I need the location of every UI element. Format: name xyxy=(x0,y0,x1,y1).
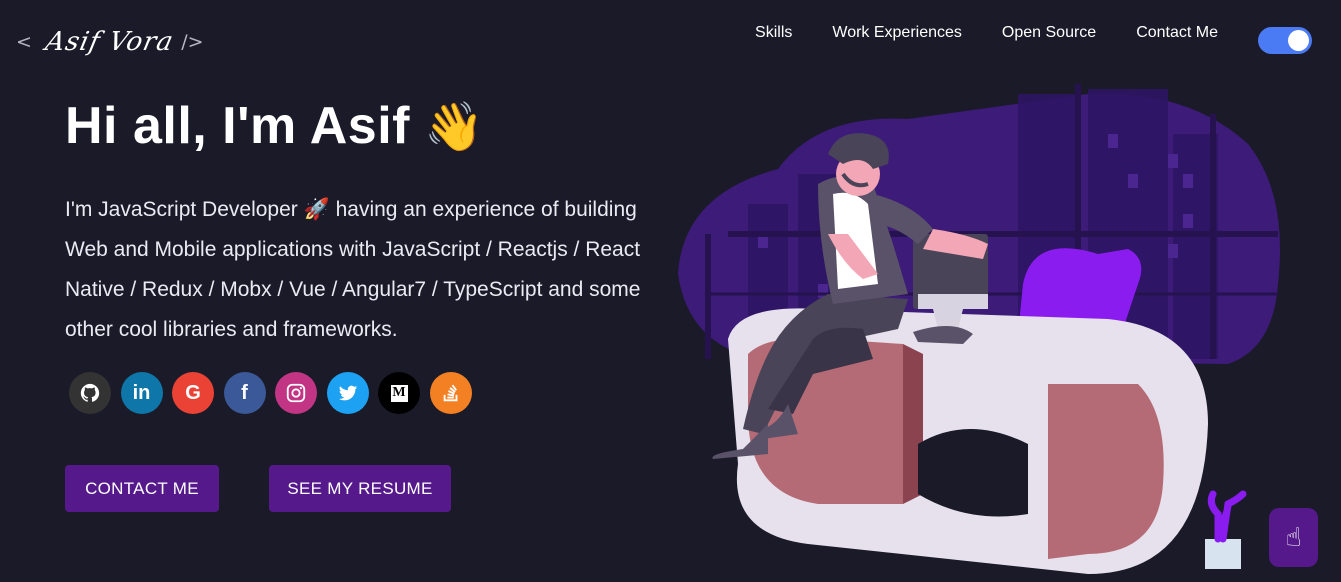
facebook-icon[interactable]: f xyxy=(223,372,266,414)
pointing-hand-icon: ☝ xyxy=(1285,522,1302,553)
main-nav: Skills Work Experiences Open Source Cont… xyxy=(755,24,1218,42)
instagram-glyph xyxy=(286,383,306,403)
logo[interactable]: < Asif Vora /> xyxy=(16,22,204,62)
see-resume-button[interactable]: SEE MY RESUME xyxy=(269,465,451,512)
instagram-icon[interactable] xyxy=(275,372,317,414)
nav-skills[interactable]: Skills xyxy=(755,24,792,42)
logo-signature: Asif Vora xyxy=(42,27,177,57)
linkedin-icon[interactable]: in xyxy=(120,372,163,414)
hero-greeting: Hi all, I'm Asif 👋 xyxy=(65,96,484,156)
medium-icon[interactable]: M xyxy=(378,372,420,414)
toggle-knob xyxy=(1288,30,1309,51)
wave-emoji-icon: 👋 xyxy=(423,100,485,154)
google-icon[interactable]: G xyxy=(172,372,214,414)
nav-contact-me[interactable]: Contact Me xyxy=(1136,24,1218,42)
social-links: in G f M xyxy=(69,372,481,414)
twitter-glyph xyxy=(338,385,357,401)
nav-work-experiences[interactable]: Work Experiences xyxy=(832,24,962,42)
github-icon[interactable] xyxy=(69,372,111,414)
nav-open-source[interactable]: Open Source xyxy=(1002,24,1096,42)
hero-subtitle: I'm JavaScript Developer 🚀 having an exp… xyxy=(65,198,641,341)
greeting-text: Hi all, I'm Asif xyxy=(65,97,410,155)
site-header: < Asif Vora /> Skills Work Experiences O… xyxy=(0,0,1341,80)
logo-open-bracket: < xyxy=(16,31,32,53)
github-glyph xyxy=(80,383,100,402)
dark-mode-toggle[interactable] xyxy=(1258,27,1312,54)
stackoverflow-icon[interactable] xyxy=(429,372,472,414)
twitter-icon[interactable] xyxy=(326,372,369,414)
developer-illustration xyxy=(678,84,1280,574)
logo-close-bracket: /> xyxy=(181,31,204,53)
stackoverflow-glyph xyxy=(443,384,457,402)
scroll-to-top-button[interactable]: ☝ xyxy=(1269,508,1318,567)
contact-me-button[interactable]: CONTACT ME xyxy=(65,465,219,512)
